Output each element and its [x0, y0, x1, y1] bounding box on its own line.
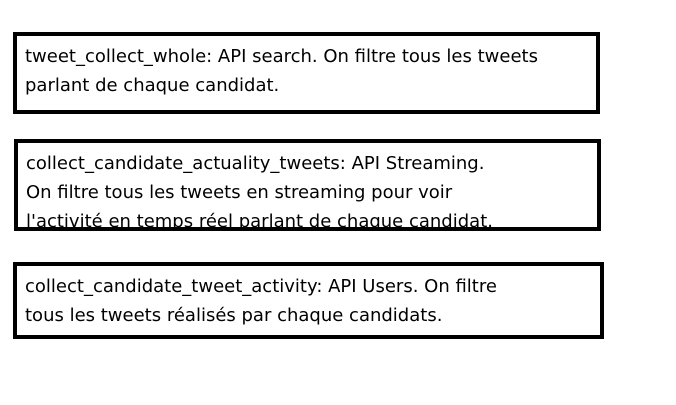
collect-candidate-tweet-activity-description: collect_candidate_tweet_activity: API Us…: [25, 272, 592, 330]
box-line: l'activité en temps réel parlant de chaq…: [26, 211, 493, 232]
collect-candidate-actuality-tweets-description: collect_candidate_actuality_tweets: API …: [26, 149, 589, 236]
box-line: collect_candidate_actuality_tweets: API …: [26, 153, 485, 174]
tweet-collect-whole-box: tweet_collect_whole: API search. On filt…: [13, 32, 600, 114]
collect-candidate-actuality-tweets-box: collect_candidate_actuality_tweets: API …: [14, 139, 601, 232]
box-line: parlant de chaque candidat.: [25, 75, 280, 96]
box-line: On filtre tous les tweets en streaming p…: [26, 182, 453, 203]
box-line: collect_candidate_tweet_activity: API Us…: [25, 276, 497, 297]
collect-candidate-tweet-activity-box: collect_candidate_tweet_activity: API Us…: [13, 262, 604, 339]
box-line: tweet_collect_whole: API search. On filt…: [25, 46, 538, 67]
tweet-collect-whole-description: tweet_collect_whole: API search. On filt…: [25, 42, 588, 100]
box-line: tous les tweets réalisés par chaque cand…: [25, 305, 443, 326]
